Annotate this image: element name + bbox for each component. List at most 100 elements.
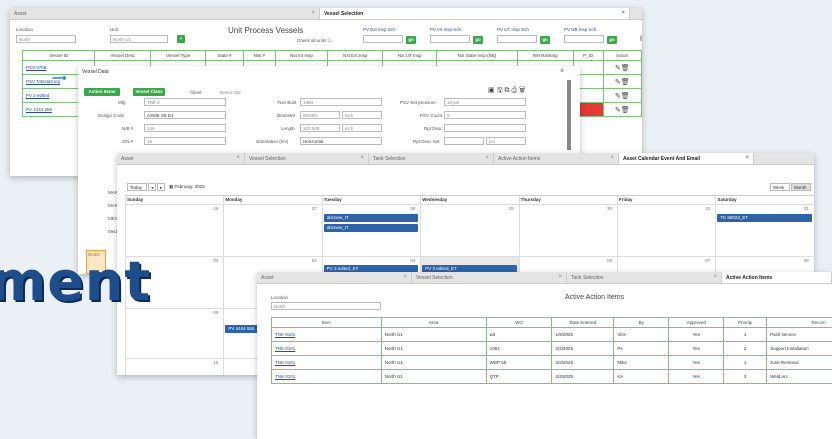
col-nxt-int[interactable]: Nxt Int Insp <box>274 50 329 61</box>
close-icon[interactable]: × <box>713 274 717 280</box>
pv-ext-go-button[interactable]: go <box>406 36 416 44</box>
psi-unit[interactable]: psi <box>486 137 526 145</box>
day-number[interactable]: 31 <box>705 206 710 211</box>
col-priority[interactable]: Priority <box>723 317 768 328</box>
col-vessel-type[interactable]: Vessel Type <box>150 50 207 61</box>
day-number[interactable]: 26 <box>213 206 218 211</box>
col-action[interactable]: Action <box>602 50 642 61</box>
close-icon[interactable]: × <box>311 10 315 16</box>
print-icon[interactable]: ⎙ <box>511 87 517 94</box>
vessel-class-button[interactable]: Vessel Class <box>133 88 165 96</box>
check-all-units[interactable]: Check all units ☐ <box>297 38 332 44</box>
diameter-unit[interactable]: inch <box>342 111 382 119</box>
close-icon[interactable]: × <box>360 155 364 161</box>
tab-vessel-selection[interactable]: Vessel Selection × <box>245 153 369 164</box>
edit-delete-icon[interactable]: ✎🗑 <box>615 107 630 114</box>
mfg-input[interactable]: TNK 2 <box>144 98 226 106</box>
calendar-event[interactable]: TK 55023_ET <box>717 214 812 222</box>
pv-ext-date[interactable] <box>363 35 403 43</box>
col-date-entered[interactable]: Date Entered <box>551 317 615 328</box>
day-number[interactable]: 04 <box>410 258 415 263</box>
design-code-select[interactable]: ASME S8 D1 <box>144 111 226 119</box>
sn-input[interactable]: 16 <box>144 137 226 145</box>
pv-nb-date[interactable] <box>564 35 604 43</box>
tab-active-action-items[interactable]: Active Action Items <box>722 272 832 283</box>
today-button[interactable]: Today <box>127 183 147 191</box>
col-item[interactable]: Item <box>271 317 382 328</box>
close-icon[interactable]: × <box>745 155 749 161</box>
tab-tank-selection[interactable]: Tank Selection × <box>567 272 722 283</box>
table-row[interactable]: TNK 0101 North U1 QTP 2/3/2025 KA Yes 3 Weld Ar… <box>271 369 832 384</box>
day-number[interactable]: 27 <box>312 206 317 211</box>
tab-tank-selection[interactable]: Tank Selection × <box>369 153 494 164</box>
pv-int-go-button[interactable]: go <box>473 36 483 44</box>
day-number[interactable]: 29 <box>509 206 514 211</box>
save-icon[interactable]: ▣ <box>488 87 495 94</box>
day-number[interactable]: 08 <box>804 258 809 263</box>
copy-icon[interactable]: ⧉ <box>505 87 510 94</box>
item-link[interactable]: TNK 0101 <box>275 346 295 351</box>
col-nxt-ext[interactable]: Nxt Ext Insp <box>327 50 384 61</box>
add-button[interactable]: + <box>177 35 185 43</box>
col-recommendation[interactable]: Recom <box>766 317 832 328</box>
col-pid[interactable]: P_ID <box>572 50 604 61</box>
edit-delete-icon[interactable]: ✎🗑 <box>615 79 630 86</box>
new-icon[interactable]: ▣ <box>640 35 642 42</box>
pv-ut-date[interactable] <box>497 35 537 43</box>
diameter-input[interactable]: 60.000 <box>300 111 340 119</box>
rpt-desc-input[interactable] <box>444 124 526 132</box>
delete-icon[interactable]: 🗑 <box>519 87 525 94</box>
day-number[interactable]: 03 <box>312 258 317 263</box>
pv-int-date[interactable] <box>430 35 470 43</box>
close-icon[interactable]: × <box>403 274 407 280</box>
vessel-link[interactable]: PSV-8708 <box>26 65 46 70</box>
day-number[interactable]: 02 <box>213 258 218 263</box>
month-button[interactable]: Month <box>791 183 811 191</box>
col-area[interactable]: Area <box>380 317 487 328</box>
close-icon[interactable]: × <box>485 155 489 161</box>
length-input[interactable]: 120.000 <box>300 124 340 132</box>
location-select[interactable]: North <box>271 302 381 310</box>
pv-ut-go-button[interactable]: go <box>540 36 550 44</box>
item-link[interactable]: TNK 0101 <box>275 332 295 337</box>
action-items-button[interactable]: Action Items <box>84 88 120 96</box>
tab-calendar[interactable]: Asset Calendar Event And Email × <box>619 153 754 164</box>
unit-select[interactable]: North U1 <box>110 35 168 43</box>
tab-asset[interactable]: Asset × <box>117 153 245 164</box>
close-icon[interactable]: × <box>558 274 562 280</box>
col-rm-ranking[interactable]: RM Ranking <box>516 50 574 61</box>
edit-delete-icon[interactable]: ✎🗑 <box>615 65 630 72</box>
vessel-link[interactable]: PV 4444 555 <box>26 107 52 112</box>
location-select[interactable]: North <box>16 35 76 43</box>
col-nxt-ut[interactable]: Nxt UT Insp <box>382 50 438 61</box>
day-number[interactable]: 01 <box>804 206 809 211</box>
psv-count-input[interactable]: 2 <box>444 111 526 119</box>
col-nb[interactable]: N/B # <box>242 50 276 61</box>
calendar-month[interactable]: ▦ February, 2025 <box>169 184 205 190</box>
table-row[interactable]: TNK 0101 North U1 1052 2/2/2025 Ps Yes 2 Suppor… <box>271 341 832 356</box>
edit-delete-icon[interactable]: ✎🗑 <box>615 93 630 100</box>
nb-input[interactable]: 145 <box>144 124 226 132</box>
day-number[interactable]: 07 <box>705 258 710 263</box>
day-number[interactable]: 16 <box>213 360 218 365</box>
next-button[interactable]: ▸ <box>157 183 165 191</box>
col-approved[interactable]: Approved <box>668 317 725 328</box>
item-link[interactable]: TNK 0101 <box>275 360 295 365</box>
table-row[interactable]: TNK 0101 North U1 WDP 55 2/3/2025 Mike Yes 1 Ju… <box>271 355 832 370</box>
calendar-event[interactable]: abcnew_IT <box>323 214 419 222</box>
close-icon[interactable]: × <box>610 155 614 161</box>
toolbar-icons[interactable]: ▣▥⎙ <box>640 34 642 43</box>
col-vessel-desc[interactable]: Vessel Desc <box>94 50 152 61</box>
table-row[interactable]: TNK 0101 North U1 w3 1/9/2025 Vick Yes 1 Paint … <box>271 327 832 342</box>
rpt-desc-set-input[interactable] <box>444 137 484 145</box>
day-number[interactable]: 09 <box>213 310 218 315</box>
close-icon[interactable]: × <box>621 10 625 16</box>
pv-nb-go-button[interactable]: go <box>607 36 617 44</box>
day-number[interactable]: 28 <box>410 206 415 211</box>
length-unit[interactable]: inch <box>342 124 382 132</box>
col-vessel-id[interactable]: Vessel ID <box>21 50 96 61</box>
col-by[interactable]: By <box>613 317 670 328</box>
orientation-select[interactable]: Horizontal <box>300 137 382 145</box>
day-number[interactable]: 30 <box>607 206 612 211</box>
year-input[interactable]: 1980 <box>300 98 382 106</box>
